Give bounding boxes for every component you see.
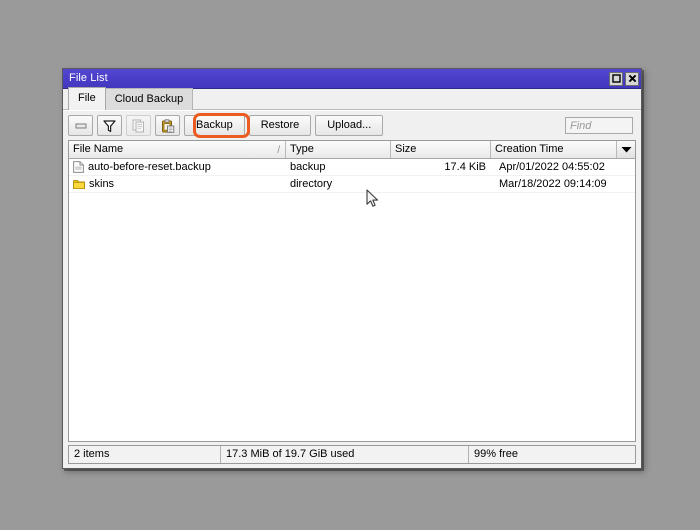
tab-strip: File Cloud Backup xyxy=(63,89,641,110)
cell-creation-time: Mar/18/2022 09:14:09 xyxy=(491,176,635,192)
close-button[interactable] xyxy=(625,72,639,86)
filter-button[interactable] xyxy=(97,115,122,136)
paste-icon xyxy=(161,119,175,133)
window-titlebar[interactable]: File List xyxy=(63,69,641,89)
cell-file-name: auto-before-reset.backup xyxy=(69,159,286,175)
funnel-icon xyxy=(103,119,116,133)
maximize-icon xyxy=(612,74,621,83)
tab-cloud-backup[interactable]: Cloud Backup xyxy=(105,88,194,110)
status-disk-usage: 17.3 MiB of 19.7 GiB used xyxy=(221,446,469,463)
column-header-file-name-label: File Name xyxy=(73,143,123,155)
file-list-window: File List File Cloud Backup xyxy=(62,68,642,469)
table-row[interactable]: skins directory Mar/18/2022 09:14:09 xyxy=(69,176,635,193)
find-input[interactable] xyxy=(565,117,633,134)
copy-button[interactable] xyxy=(126,115,151,136)
status-free-space: 99% free xyxy=(469,446,635,463)
file-name-label: auto-before-reset.backup xyxy=(88,159,211,175)
file-list-table: File Name / Type Size Creation Time xyxy=(68,140,636,442)
status-bar: 2 items 17.3 MiB of 19.7 GiB used 99% fr… xyxy=(68,445,636,464)
maximize-button[interactable] xyxy=(609,72,623,86)
cell-size xyxy=(391,176,491,192)
table-row[interactable]: auto-before-reset.backup backup 17.4 KiB… xyxy=(69,159,635,176)
upload-button[interactable]: Upload... xyxy=(315,115,383,136)
cell-file-name: skins xyxy=(69,176,286,192)
cell-creation-time: Apr/01/2022 04:55:02 xyxy=(491,159,635,175)
minus-icon xyxy=(74,120,88,132)
column-options-button[interactable] xyxy=(617,141,635,158)
column-header-file-name[interactable]: File Name / xyxy=(69,141,286,158)
cell-size: 17.4 KiB xyxy=(391,159,491,175)
tab-cloud-backup-label: Cloud Backup xyxy=(115,93,184,105)
tab-file[interactable]: File xyxy=(68,87,106,110)
backup-button[interactable]: Backup xyxy=(184,115,245,136)
tab-file-label: File xyxy=(78,92,96,104)
window-title: File List xyxy=(69,73,609,84)
table-body: auto-before-reset.backup backup 17.4 KiB… xyxy=(69,159,635,441)
file-name-label: skins xyxy=(89,176,114,192)
paste-button[interactable] xyxy=(155,115,180,136)
table-header-row: File Name / Type Size Creation Time xyxy=(69,141,635,159)
column-header-size[interactable]: Size xyxy=(391,141,491,158)
toolbar: Backup Restore Upload... xyxy=(63,110,641,140)
restore-button[interactable]: Restore xyxy=(249,115,312,136)
window-controls xyxy=(609,72,639,86)
folder-icon xyxy=(73,179,85,190)
close-icon xyxy=(628,74,637,83)
chevron-down-icon xyxy=(621,146,632,153)
file-icon xyxy=(73,161,84,173)
cell-type: directory xyxy=(286,176,391,192)
remove-button[interactable] xyxy=(68,115,93,136)
column-header-type[interactable]: Type xyxy=(286,141,391,158)
sort-ascending-icon: / xyxy=(277,142,280,158)
column-header-creation-time[interactable]: Creation Time xyxy=(491,141,617,158)
copy-icon xyxy=(132,119,145,133)
cell-type: backup xyxy=(286,159,391,175)
status-item-count: 2 items xyxy=(69,446,221,463)
